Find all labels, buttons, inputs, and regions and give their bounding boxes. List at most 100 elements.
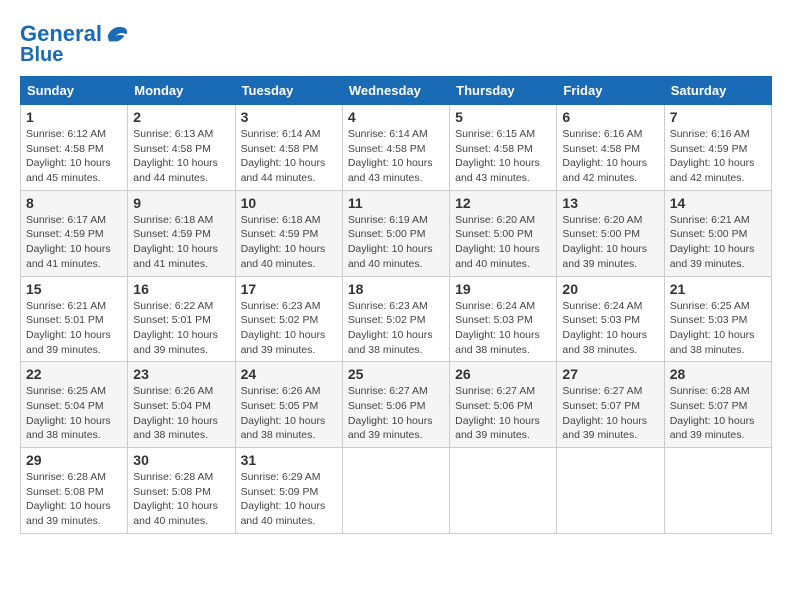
weekday-header-wednesday: Wednesday — [342, 77, 449, 105]
day-info: Sunrise: 6:24 AM Sunset: 5:03 PM Dayligh… — [562, 299, 658, 358]
calendar-cell: 27 Sunrise: 6:27 AM Sunset: 5:07 PM Dayl… — [557, 362, 664, 448]
day-info: Sunrise: 6:25 AM Sunset: 5:04 PM Dayligh… — [26, 384, 122, 443]
weekday-header-monday: Monday — [128, 77, 235, 105]
calendar-cell: 5 Sunrise: 6:15 AM Sunset: 4:58 PM Dayli… — [450, 105, 557, 191]
day-number: 10 — [241, 195, 337, 211]
day-info: Sunrise: 6:15 AM Sunset: 4:58 PM Dayligh… — [455, 127, 551, 186]
day-info: Sunrise: 6:13 AM Sunset: 4:58 PM Dayligh… — [133, 127, 229, 186]
calendar-cell: 2 Sunrise: 6:13 AM Sunset: 4:58 PM Dayli… — [128, 105, 235, 191]
day-number: 3 — [241, 109, 337, 125]
day-number: 7 — [670, 109, 766, 125]
calendar-week-row: 29 Sunrise: 6:28 AM Sunset: 5:08 PM Dayl… — [21, 448, 772, 534]
calendar-cell: 21 Sunrise: 6:25 AM Sunset: 5:03 PM Dayl… — [664, 276, 771, 362]
day-number: 12 — [455, 195, 551, 211]
day-info: Sunrise: 6:27 AM Sunset: 5:07 PM Dayligh… — [562, 384, 658, 443]
calendar-cell: 25 Sunrise: 6:27 AM Sunset: 5:06 PM Dayl… — [342, 362, 449, 448]
day-number: 11 — [348, 195, 444, 211]
day-info: Sunrise: 6:24 AM Sunset: 5:03 PM Dayligh… — [455, 299, 551, 358]
calendar-cell: 10 Sunrise: 6:18 AM Sunset: 4:59 PM Dayl… — [235, 190, 342, 276]
weekday-header-friday: Friday — [557, 77, 664, 105]
calendar-cell: 16 Sunrise: 6:22 AM Sunset: 5:01 PM Dayl… — [128, 276, 235, 362]
calendar-cell: 30 Sunrise: 6:28 AM Sunset: 5:08 PM Dayl… — [128, 448, 235, 534]
day-info: Sunrise: 6:12 AM Sunset: 4:58 PM Dayligh… — [26, 127, 122, 186]
day-info: Sunrise: 6:27 AM Sunset: 5:06 PM Dayligh… — [348, 384, 444, 443]
weekday-header-thursday: Thursday — [450, 77, 557, 105]
day-info: Sunrise: 6:23 AM Sunset: 5:02 PM Dayligh… — [348, 299, 444, 358]
logo-bird-icon — [102, 20, 130, 48]
calendar-cell: 28 Sunrise: 6:28 AM Sunset: 5:07 PM Dayl… — [664, 362, 771, 448]
day-info: Sunrise: 6:28 AM Sunset: 5:08 PM Dayligh… — [26, 470, 122, 529]
calendar-cell: 15 Sunrise: 6:21 AM Sunset: 5:01 PM Dayl… — [21, 276, 128, 362]
day-info: Sunrise: 6:29 AM Sunset: 5:09 PM Dayligh… — [241, 470, 337, 529]
day-info: Sunrise: 6:20 AM Sunset: 5:00 PM Dayligh… — [562, 213, 658, 272]
day-number: 4 — [348, 109, 444, 125]
calendar-cell: 14 Sunrise: 6:21 AM Sunset: 5:00 PM Dayl… — [664, 190, 771, 276]
day-number: 22 — [26, 366, 122, 382]
calendar-cell: 13 Sunrise: 6:20 AM Sunset: 5:00 PM Dayl… — [557, 190, 664, 276]
day-number: 16 — [133, 281, 229, 297]
calendar-week-row: 1 Sunrise: 6:12 AM Sunset: 4:58 PM Dayli… — [21, 105, 772, 191]
day-number: 25 — [348, 366, 444, 382]
weekday-header-saturday: Saturday — [664, 77, 771, 105]
day-number: 27 — [562, 366, 658, 382]
day-number: 13 — [562, 195, 658, 211]
day-info: Sunrise: 6:14 AM Sunset: 4:58 PM Dayligh… — [241, 127, 337, 186]
calendar-cell: 31 Sunrise: 6:29 AM Sunset: 5:09 PM Dayl… — [235, 448, 342, 534]
calendar-cell: 3 Sunrise: 6:14 AM Sunset: 4:58 PM Dayli… — [235, 105, 342, 191]
page-header: General Blue — [20, 20, 772, 66]
calendar-cell: 12 Sunrise: 6:20 AM Sunset: 5:00 PM Dayl… — [450, 190, 557, 276]
calendar-cell: 20 Sunrise: 6:24 AM Sunset: 5:03 PM Dayl… — [557, 276, 664, 362]
day-number: 28 — [670, 366, 766, 382]
day-info: Sunrise: 6:28 AM Sunset: 5:07 PM Dayligh… — [670, 384, 766, 443]
day-info: Sunrise: 6:26 AM Sunset: 5:04 PM Dayligh… — [133, 384, 229, 443]
calendar-cell: 23 Sunrise: 6:26 AM Sunset: 5:04 PM Dayl… — [128, 362, 235, 448]
day-number: 9 — [133, 195, 229, 211]
calendar-cell: 19 Sunrise: 6:24 AM Sunset: 5:03 PM Dayl… — [450, 276, 557, 362]
logo-text: General — [20, 22, 102, 46]
day-info: Sunrise: 6:14 AM Sunset: 4:58 PM Dayligh… — [348, 127, 444, 186]
day-number: 8 — [26, 195, 122, 211]
day-number: 14 — [670, 195, 766, 211]
day-number: 30 — [133, 452, 229, 468]
day-info: Sunrise: 6:16 AM Sunset: 4:58 PM Dayligh… — [562, 127, 658, 186]
day-number: 21 — [670, 281, 766, 297]
weekday-header-tuesday: Tuesday — [235, 77, 342, 105]
logo: General Blue — [20, 20, 130, 66]
day-info: Sunrise: 6:23 AM Sunset: 5:02 PM Dayligh… — [241, 299, 337, 358]
day-number: 23 — [133, 366, 229, 382]
calendar-cell: 7 Sunrise: 6:16 AM Sunset: 4:59 PM Dayli… — [664, 105, 771, 191]
calendar-cell: 8 Sunrise: 6:17 AM Sunset: 4:59 PM Dayli… — [21, 190, 128, 276]
calendar-cell: 18 Sunrise: 6:23 AM Sunset: 5:02 PM Dayl… — [342, 276, 449, 362]
calendar-cell: 24 Sunrise: 6:26 AM Sunset: 5:05 PM Dayl… — [235, 362, 342, 448]
day-info: Sunrise: 6:21 AM Sunset: 5:00 PM Dayligh… — [670, 213, 766, 272]
calendar-header-row: SundayMondayTuesdayWednesdayThursdayFrid… — [21, 77, 772, 105]
day-info: Sunrise: 6:22 AM Sunset: 5:01 PM Dayligh… — [133, 299, 229, 358]
day-info: Sunrise: 6:28 AM Sunset: 5:08 PM Dayligh… — [133, 470, 229, 529]
day-number: 26 — [455, 366, 551, 382]
calendar-cell: 17 Sunrise: 6:23 AM Sunset: 5:02 PM Dayl… — [235, 276, 342, 362]
day-info: Sunrise: 6:18 AM Sunset: 4:59 PM Dayligh… — [133, 213, 229, 272]
calendar-cell: 29 Sunrise: 6:28 AM Sunset: 5:08 PM Dayl… — [21, 448, 128, 534]
day-info: Sunrise: 6:21 AM Sunset: 5:01 PM Dayligh… — [26, 299, 122, 358]
calendar-cell — [450, 448, 557, 534]
day-number: 20 — [562, 281, 658, 297]
day-number: 5 — [455, 109, 551, 125]
day-info: Sunrise: 6:27 AM Sunset: 5:06 PM Dayligh… — [455, 384, 551, 443]
day-info: Sunrise: 6:26 AM Sunset: 5:05 PM Dayligh… — [241, 384, 337, 443]
day-number: 29 — [26, 452, 122, 468]
calendar-cell: 4 Sunrise: 6:14 AM Sunset: 4:58 PM Dayli… — [342, 105, 449, 191]
calendar-cell — [342, 448, 449, 534]
calendar-week-row: 15 Sunrise: 6:21 AM Sunset: 5:01 PM Dayl… — [21, 276, 772, 362]
day-info: Sunrise: 6:20 AM Sunset: 5:00 PM Dayligh… — [455, 213, 551, 272]
calendar-cell: 22 Sunrise: 6:25 AM Sunset: 5:04 PM Dayl… — [21, 362, 128, 448]
day-number: 2 — [133, 109, 229, 125]
day-number: 6 — [562, 109, 658, 125]
calendar-cell: 6 Sunrise: 6:16 AM Sunset: 4:58 PM Dayli… — [557, 105, 664, 191]
day-number: 19 — [455, 281, 551, 297]
calendar-cell: 9 Sunrise: 6:18 AM Sunset: 4:59 PM Dayli… — [128, 190, 235, 276]
calendar-table: SundayMondayTuesdayWednesdayThursdayFrid… — [20, 76, 772, 534]
day-number: 17 — [241, 281, 337, 297]
day-number: 15 — [26, 281, 122, 297]
calendar-cell: 1 Sunrise: 6:12 AM Sunset: 4:58 PM Dayli… — [21, 105, 128, 191]
calendar-cell: 26 Sunrise: 6:27 AM Sunset: 5:06 PM Dayl… — [450, 362, 557, 448]
